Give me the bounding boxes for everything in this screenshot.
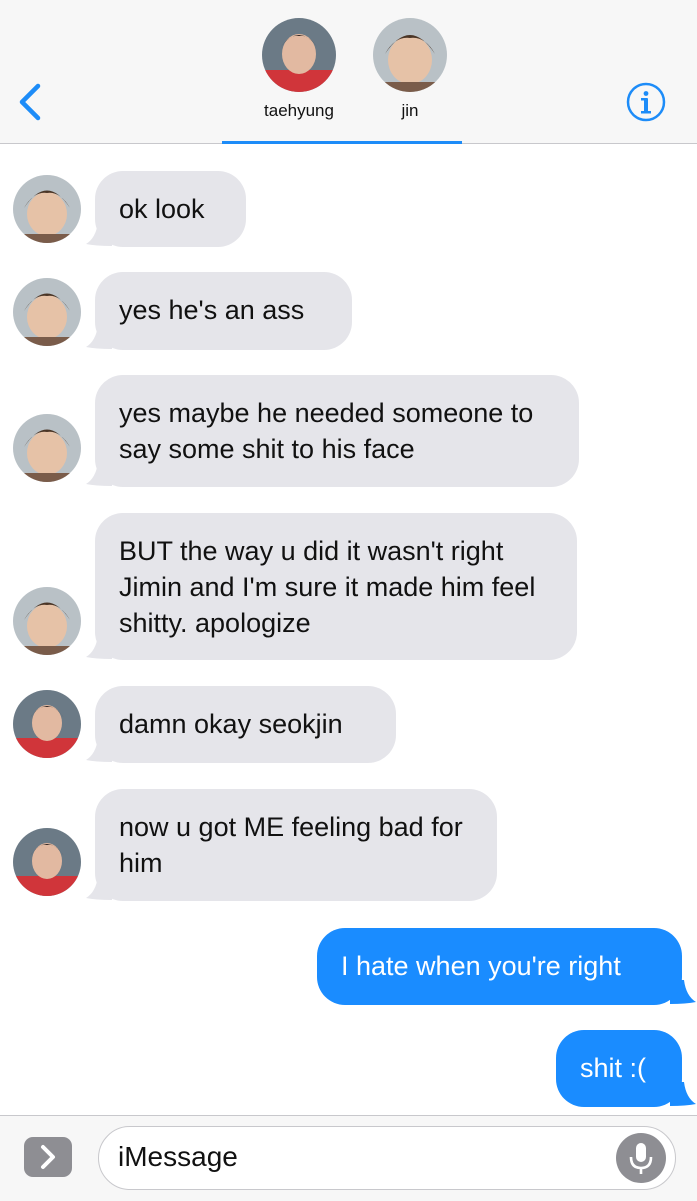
participant-name: taehyung	[264, 101, 334, 120]
avatar[interactable]	[13, 175, 81, 243]
info-icon	[626, 82, 666, 122]
avatar[interactable]	[13, 690, 81, 758]
avatar[interactable]	[13, 414, 81, 482]
avatar[interactable]	[13, 278, 81, 346]
conversation-header	[0, 0, 697, 144]
chevron-left-icon	[19, 83, 41, 121]
participant-taehyung[interactable]: taehyung	[259, 18, 339, 121]
participant-jin[interactable]: jin	[370, 18, 450, 121]
back-button[interactable]	[12, 80, 52, 124]
microphone-icon	[629, 1143, 653, 1174]
message-bubble-incoming[interactable]: now u got ME feeling bad for him	[95, 789, 497, 901]
message-bubble-outgoing[interactable]: shit :(	[556, 1030, 682, 1107]
message-input[interactable]: iMessage	[98, 1126, 676, 1190]
send-progress-bar	[222, 141, 462, 144]
details-button[interactable]	[626, 82, 666, 122]
chevron-right-icon	[41, 1145, 55, 1169]
participant-name: jin	[401, 101, 419, 120]
message-bubble-incoming[interactable]: yes he's an ass	[95, 272, 352, 350]
avatar	[373, 18, 447, 92]
apps-button[interactable]	[24, 1137, 72, 1177]
message-bubble-incoming[interactable]: ok look	[95, 171, 246, 247]
message-bubble-incoming[interactable]: damn okay seokjin	[95, 686, 396, 763]
message-input-placeholder: iMessage	[118, 1141, 238, 1172]
message-bubble-incoming[interactable]: BUT the way u did it wasn't right Jimin …	[95, 513, 577, 660]
message-bubble-incoming[interactable]: yes maybe he needed someone to say some …	[95, 375, 579, 487]
message-bubble-outgoing[interactable]: I hate when you're right	[317, 928, 682, 1005]
avatar	[262, 18, 336, 92]
dictation-button[interactable]	[616, 1133, 666, 1183]
avatar[interactable]	[13, 828, 81, 896]
avatar[interactable]	[13, 587, 81, 655]
